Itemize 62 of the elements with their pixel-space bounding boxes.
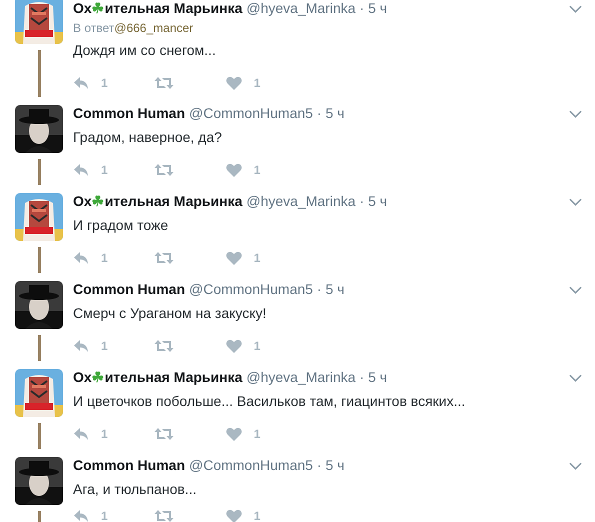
chevron-down-icon[interactable] (569, 110, 582, 118)
heart-icon[interactable] (226, 251, 242, 265)
reply-count: 1 (101, 163, 108, 177)
author-name[interactable]: Common Human (73, 105, 185, 121)
reply-icon[interactable] (73, 339, 89, 353)
author-handle[interactable]: @hyeva_Marinka (246, 0, 356, 16)
heart-icon[interactable] (226, 163, 242, 177)
author-name[interactable]: Ох☘ительная Марьинка (73, 369, 242, 385)
reply-count: 1 (101, 251, 108, 265)
retweet-icon[interactable] (154, 339, 174, 353)
chevron-down-icon[interactable] (569, 462, 582, 470)
like-count: 1 (254, 163, 260, 177)
author-name[interactable]: Ох☘ительная Марьинка (73, 0, 242, 16)
tweet-time[interactable]: · 5 ч (360, 193, 388, 209)
heart-icon[interactable] (226, 427, 242, 441)
retweet-icon[interactable] (154, 163, 174, 177)
author-handle[interactable]: @CommonHuman5 (189, 457, 313, 473)
tweet-text: Дождя им со снегом... (73, 42, 217, 60)
tweet-text: Ага, и тюльпанов... (73, 481, 198, 499)
reply-icon[interactable] (73, 251, 89, 265)
tweet-time[interactable]: · 5 ч (316, 457, 344, 473)
chevron-down-icon[interactable] (569, 4, 582, 14)
tweet-text: И цветочков побольше... Васильков там, гиацинтов всяких... (73, 393, 466, 411)
heart-icon[interactable] (226, 509, 242, 522)
reply-icon[interactable] (73, 427, 89, 441)
like-count: 1 (254, 339, 260, 353)
author-handle[interactable]: @CommonHuman5 (189, 105, 313, 121)
reply-count: 1 (101, 427, 108, 441)
author-handle[interactable]: @CommonHuman5 (189, 281, 313, 297)
tweet-time[interactable]: · 5 ч (316, 105, 344, 121)
like-count: 1 (254, 509, 260, 522)
tweet-text: И градом тоже (73, 217, 170, 235)
like-count: 1 (254, 251, 260, 265)
author-name[interactable]: Ох☘ительная Марьинка (73, 193, 242, 209)
retweet-icon[interactable] (154, 427, 174, 441)
reply-handle-link[interactable]: @666_mancer (114, 21, 194, 35)
reply-count: 1 (101, 339, 108, 353)
chevron-down-icon[interactable] (569, 286, 582, 294)
reply-count: 1 (101, 76, 108, 90)
author-name[interactable]: Common Human (73, 281, 185, 297)
reply-icon[interactable] (73, 76, 89, 90)
chevron-down-icon[interactable] (569, 198, 582, 206)
reply-count: 1 (101, 509, 108, 522)
author-handle[interactable]: @hyeva_Marinka (246, 369, 356, 385)
author-handle[interactable]: @hyeva_Marinka (246, 193, 356, 209)
tweet-time[interactable]: · 5 ч (360, 0, 388, 16)
retweet-icon[interactable] (154, 76, 174, 90)
tweet-time[interactable]: · 5 ч (316, 281, 344, 297)
heart-icon[interactable] (226, 339, 242, 353)
tweet-text: Градом, наверное, да? (73, 129, 223, 147)
retweet-icon[interactable] (154, 251, 174, 265)
reply-icon[interactable] (73, 163, 89, 177)
author-name[interactable]: Common Human (73, 457, 185, 473)
heart-icon[interactable] (226, 76, 242, 90)
reply-label: В ответ (73, 21, 114, 35)
like-count: 1 (254, 427, 260, 441)
chevron-down-icon[interactable] (569, 374, 582, 382)
retweet-icon[interactable] (154, 509, 174, 522)
like-count: 1 (254, 76, 260, 90)
tweet-time[interactable]: · 5 ч (360, 369, 388, 385)
reply-icon[interactable] (73, 509, 89, 522)
tweet-text: Смерч с Ураганом на закуску! (73, 305, 268, 323)
